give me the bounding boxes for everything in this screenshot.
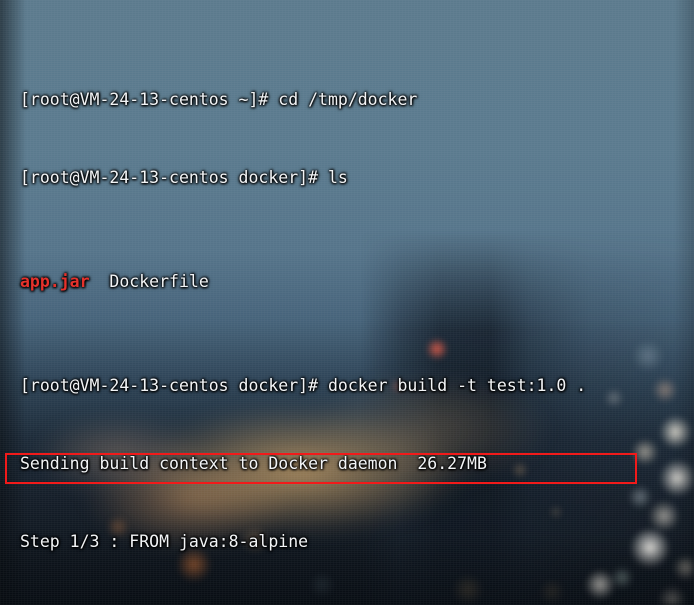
file-app-jar: app.jar: [20, 272, 90, 291]
terminal-output[interactable]: [root@VM-24-13-centos ~]# cd /tmp/docker…: [20, 9, 694, 605]
terminal-window[interactable]: [root@VM-24-13-centos ~]# cd /tmp/docker…: [0, 0, 694, 605]
terminal-line-docker-build: [root@VM-24-13-centos docker]# docker bu…: [20, 376, 587, 395]
terminal-line-ls-output: app.jar Dockerfile: [20, 269, 694, 295]
terminal-line-send-context: Sending build context to Docker daemon 2…: [20, 454, 487, 473]
terminal-line-ls: [root@VM-24-13-centos docker]# ls: [20, 168, 348, 187]
terminal-line-step-1: Step 1/3 : FROM java:8-alpine: [20, 532, 309, 551]
file-dockerfile: Dockerfile: [89, 272, 209, 291]
terminal-line-cd: [root@VM-24-13-centos ~]# cd /tmp/docker: [20, 90, 418, 109]
